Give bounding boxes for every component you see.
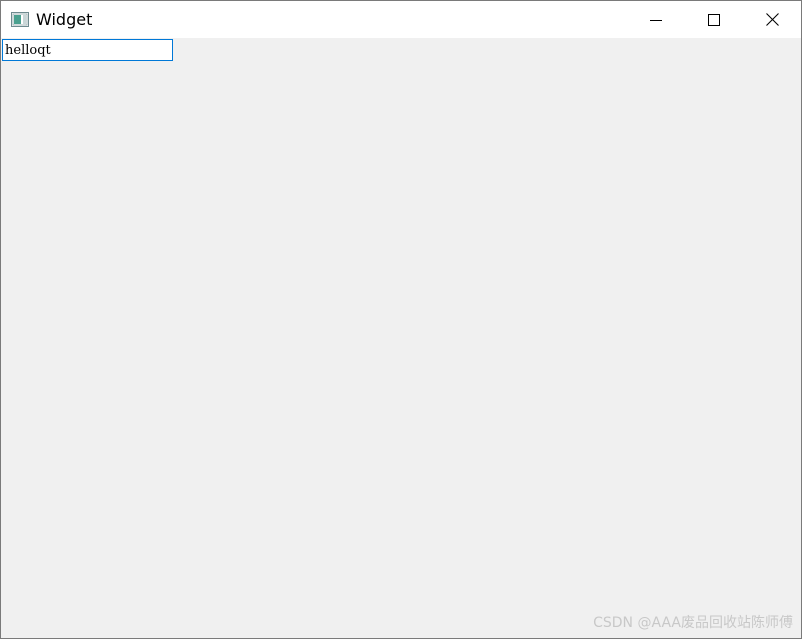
close-button[interactable]: [743, 1, 801, 38]
minimize-button[interactable]: [627, 1, 685, 38]
close-icon: [765, 13, 779, 26]
title-bar[interactable]: Widget: [1, 1, 801, 38]
app-window: Widget CSDN @: [0, 0, 802, 639]
qt-window-icon: [11, 12, 29, 27]
watermark-text: CSDN @AAA废品回收站陈师傅: [593, 615, 793, 631]
line-edit-input[interactable]: [2, 39, 173, 61]
widget-client-area: CSDN @AAA废品回收站陈师傅: [1, 38, 801, 638]
maximize-button[interactable]: [685, 1, 743, 38]
maximize-icon: [708, 13, 720, 26]
window-title: Widget: [36, 10, 93, 29]
minimize-icon: [650, 14, 662, 26]
